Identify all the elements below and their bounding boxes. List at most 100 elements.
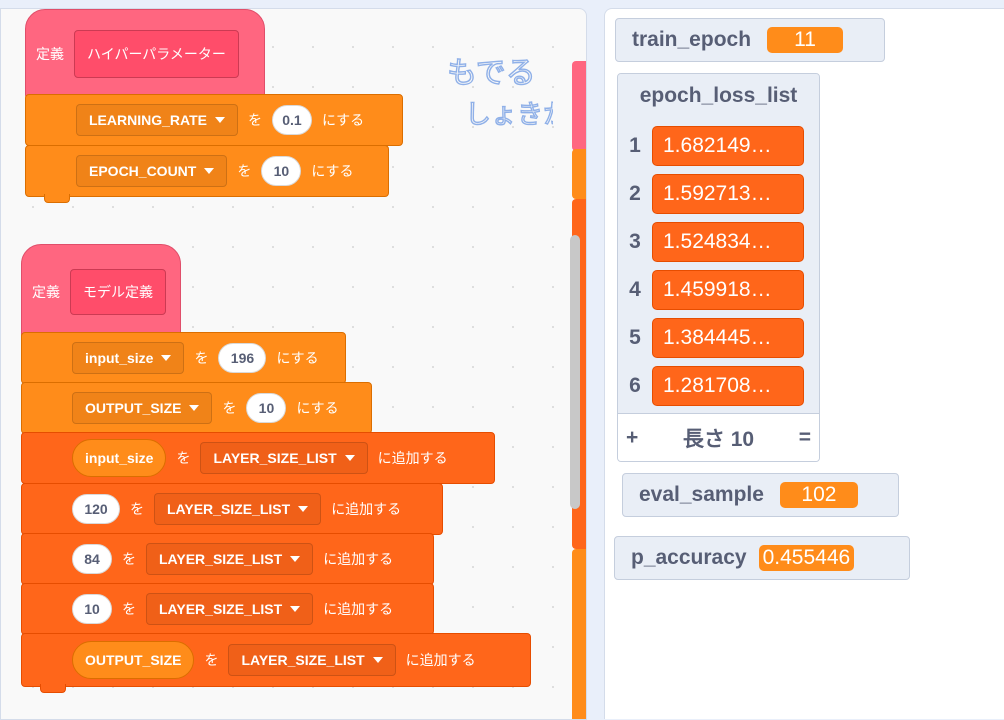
list-item[interactable]: 1.384445… bbox=[652, 318, 804, 358]
set-variable-block[interactable]: LEARNING_RATE を 0.1 にする bbox=[25, 94, 403, 146]
list-row[interactable]: 1 1.682149… bbox=[618, 122, 819, 170]
variable-name: LEARNING_RATE bbox=[89, 112, 207, 128]
variable-monitor-eval-sample[interactable]: eval_sample 102 bbox=[622, 473, 899, 517]
set-to-text: を bbox=[194, 350, 209, 366]
monitor-label: train_epoch bbox=[632, 28, 752, 51]
set-variable-block[interactable]: OUTPUT_SIZE を 10 にする bbox=[21, 382, 372, 434]
define-hat-block-hyperparams[interactable]: 定義 ハイパーパラメーター bbox=[25, 9, 265, 99]
code-area-scrollbar[interactable] bbox=[570, 235, 580, 509]
variable-dropdown[interactable]: LEARNING_RATE bbox=[76, 104, 238, 136]
variable-monitor-train-epoch[interactable]: train_epoch 11 bbox=[615, 18, 885, 62]
variable-name: OUTPUT_SIZE bbox=[85, 400, 182, 416]
dropdown-caret-icon bbox=[204, 168, 215, 174]
monitor-value: 102 bbox=[779, 482, 858, 508]
value-input[interactable]: 10 bbox=[261, 156, 302, 186]
add-suffix-text: に追加する bbox=[405, 652, 476, 668]
set-variable-block[interactable]: EPOCH_COUNT を 10 にする bbox=[25, 145, 389, 203]
dropdown-caret-icon bbox=[290, 606, 301, 612]
set-suffix-text: にする bbox=[276, 350, 319, 366]
list-item[interactable]: 1.524834… bbox=[652, 222, 804, 262]
add-to-text: を bbox=[204, 652, 219, 668]
set-suffix-text: にする bbox=[296, 400, 339, 416]
value-input[interactable]: 10 bbox=[246, 393, 287, 423]
list-item[interactable]: 1.592713… bbox=[652, 174, 804, 214]
value-input[interactable]: 0.1 bbox=[271, 105, 312, 135]
list-dropdown[interactable]: LAYER_SIZE_LIST bbox=[146, 543, 314, 575]
add-to-list-block[interactable]: input_size を LAYER_SIZE_LIST に追加する bbox=[21, 432, 495, 484]
dropdown-caret-icon bbox=[372, 657, 383, 663]
add-to-list-block[interactable]: 120 を LAYER_SIZE_LIST に追加する bbox=[21, 483, 443, 535]
list-row[interactable]: 3 1.524834… bbox=[618, 218, 819, 266]
list-item[interactable]: 1.281708… bbox=[652, 366, 804, 406]
set-to-text: を bbox=[222, 400, 237, 416]
list-dropdown[interactable]: LAYER_SIZE_LIST bbox=[200, 442, 368, 474]
add-suffix-text: に追加する bbox=[377, 450, 448, 466]
list-index: 1 bbox=[629, 134, 641, 157]
variable-name: input_size bbox=[85, 350, 154, 366]
value-input[interactable]: 120 bbox=[72, 494, 120, 524]
custom-block-prototype[interactable]: ハイパーパラメーター bbox=[74, 30, 239, 78]
list-name: LAYER_SIZE_LIST bbox=[241, 652, 365, 668]
variable-dropdown[interactable]: EPOCH_COUNT bbox=[76, 155, 228, 187]
monitor-value: 11 bbox=[767, 27, 844, 53]
dropdown-caret-icon bbox=[290, 556, 301, 562]
list-item[interactable]: 1.459918… bbox=[652, 270, 804, 310]
resize-handle[interactable]: = bbox=[799, 426, 811, 450]
dropdown-caret-icon bbox=[344, 455, 355, 461]
variable-monitor-p-accuracy[interactable]: p_accuracy 0.455446 bbox=[614, 536, 910, 580]
list-row[interactable]: 5 1.384445… bbox=[618, 314, 819, 362]
custom-block-prototype[interactable]: モデル定義 bbox=[70, 269, 166, 315]
code-area[interactable]: 定義 ハイパーパラメーター LEARNING_RATE を 0.1 にする EP… bbox=[0, 8, 587, 720]
add-to-text: を bbox=[122, 601, 136, 617]
list-item[interactable]: 1.682149… bbox=[652, 126, 804, 166]
list-dropdown[interactable]: LAYER_SIZE_LIST bbox=[228, 644, 396, 676]
add-suffix-text: に追加する bbox=[323, 601, 394, 617]
list-row[interactable]: 2 1.592713… bbox=[618, 170, 819, 218]
list-row[interactable]: 4 1.459918… bbox=[618, 266, 819, 314]
handwriting-line-2: しょきか bbox=[465, 100, 553, 130]
list-footer: + 長さ 10 = bbox=[618, 413, 819, 461]
add-to-list-block[interactable]: OUTPUT_SIZE を LAYER_SIZE_LIST に追加する bbox=[21, 633, 531, 693]
list-name: LAYER_SIZE_LIST bbox=[167, 501, 291, 517]
block-notch bbox=[44, 194, 70, 203]
list-body[interactable]: 1 1.682149… 2 1.592713… 3 1.524834… 4 1.4599… bbox=[618, 118, 819, 414]
add-suffix-text: に追加する bbox=[323, 551, 394, 567]
value-input[interactable]: 84 bbox=[72, 544, 112, 574]
define-keyword: 定義 bbox=[32, 284, 60, 300]
variable-reporter[interactable]: OUTPUT_SIZE bbox=[72, 641, 195, 679]
add-suffix-text: に追加する bbox=[331, 501, 402, 517]
offscreen-define-block[interactable] bbox=[572, 61, 586, 151]
list-name: LAYER_SIZE_LIST bbox=[159, 601, 283, 617]
list-index: 3 bbox=[629, 230, 641, 253]
list-dropdown[interactable]: LAYER_SIZE_LIST bbox=[154, 493, 322, 525]
list-title: epoch_loss_list bbox=[618, 74, 819, 119]
add-to-list-block[interactable]: 84 を LAYER_SIZE_LIST に追加する bbox=[21, 533, 434, 585]
list-monitor-epoch-loss[interactable]: epoch_loss_list 1 1.682149… 2 1.592713… 31… bbox=[617, 73, 820, 462]
value-input[interactable]: 196 bbox=[218, 343, 267, 373]
variable-dropdown[interactable]: input_size bbox=[72, 342, 185, 374]
offscreen-block[interactable] bbox=[572, 549, 586, 719]
list-row[interactable]: 6 1.281708… bbox=[618, 362, 819, 410]
set-variable-block[interactable]: input_size を 196 にする bbox=[21, 332, 346, 384]
value-input[interactable]: 10 bbox=[72, 594, 112, 624]
list-dropdown[interactable]: LAYER_SIZE_LIST bbox=[146, 593, 314, 625]
set-to-text: を bbox=[237, 163, 252, 179]
add-to-text: を bbox=[130, 501, 144, 517]
block-notch bbox=[40, 684, 66, 693]
add-to-text: を bbox=[176, 450, 191, 466]
handwritten-note: もでる しょきか bbox=[446, 55, 553, 130]
add-item-button[interactable]: + bbox=[626, 426, 638, 450]
handwriting-line-1: もでる bbox=[447, 56, 536, 91]
define-hat-block-model[interactable]: 定義 モデル定義 bbox=[21, 244, 181, 340]
list-index: 6 bbox=[629, 374, 641, 397]
set-to-text: を bbox=[247, 112, 262, 128]
monitor-label: p_accuracy bbox=[631, 546, 747, 569]
variable-dropdown[interactable]: OUTPUT_SIZE bbox=[72, 392, 213, 424]
add-to-list-block[interactable]: 10 を LAYER_SIZE_LIST に追加する bbox=[21, 583, 434, 635]
variable-name: EPOCH_COUNT bbox=[89, 163, 197, 179]
variable-reporter[interactable]: input_size bbox=[72, 439, 167, 477]
list-index: 2 bbox=[629, 182, 641, 205]
set-suffix-text: にする bbox=[311, 163, 354, 179]
offscreen-block[interactable] bbox=[572, 149, 586, 199]
dropdown-caret-icon bbox=[189, 405, 200, 411]
